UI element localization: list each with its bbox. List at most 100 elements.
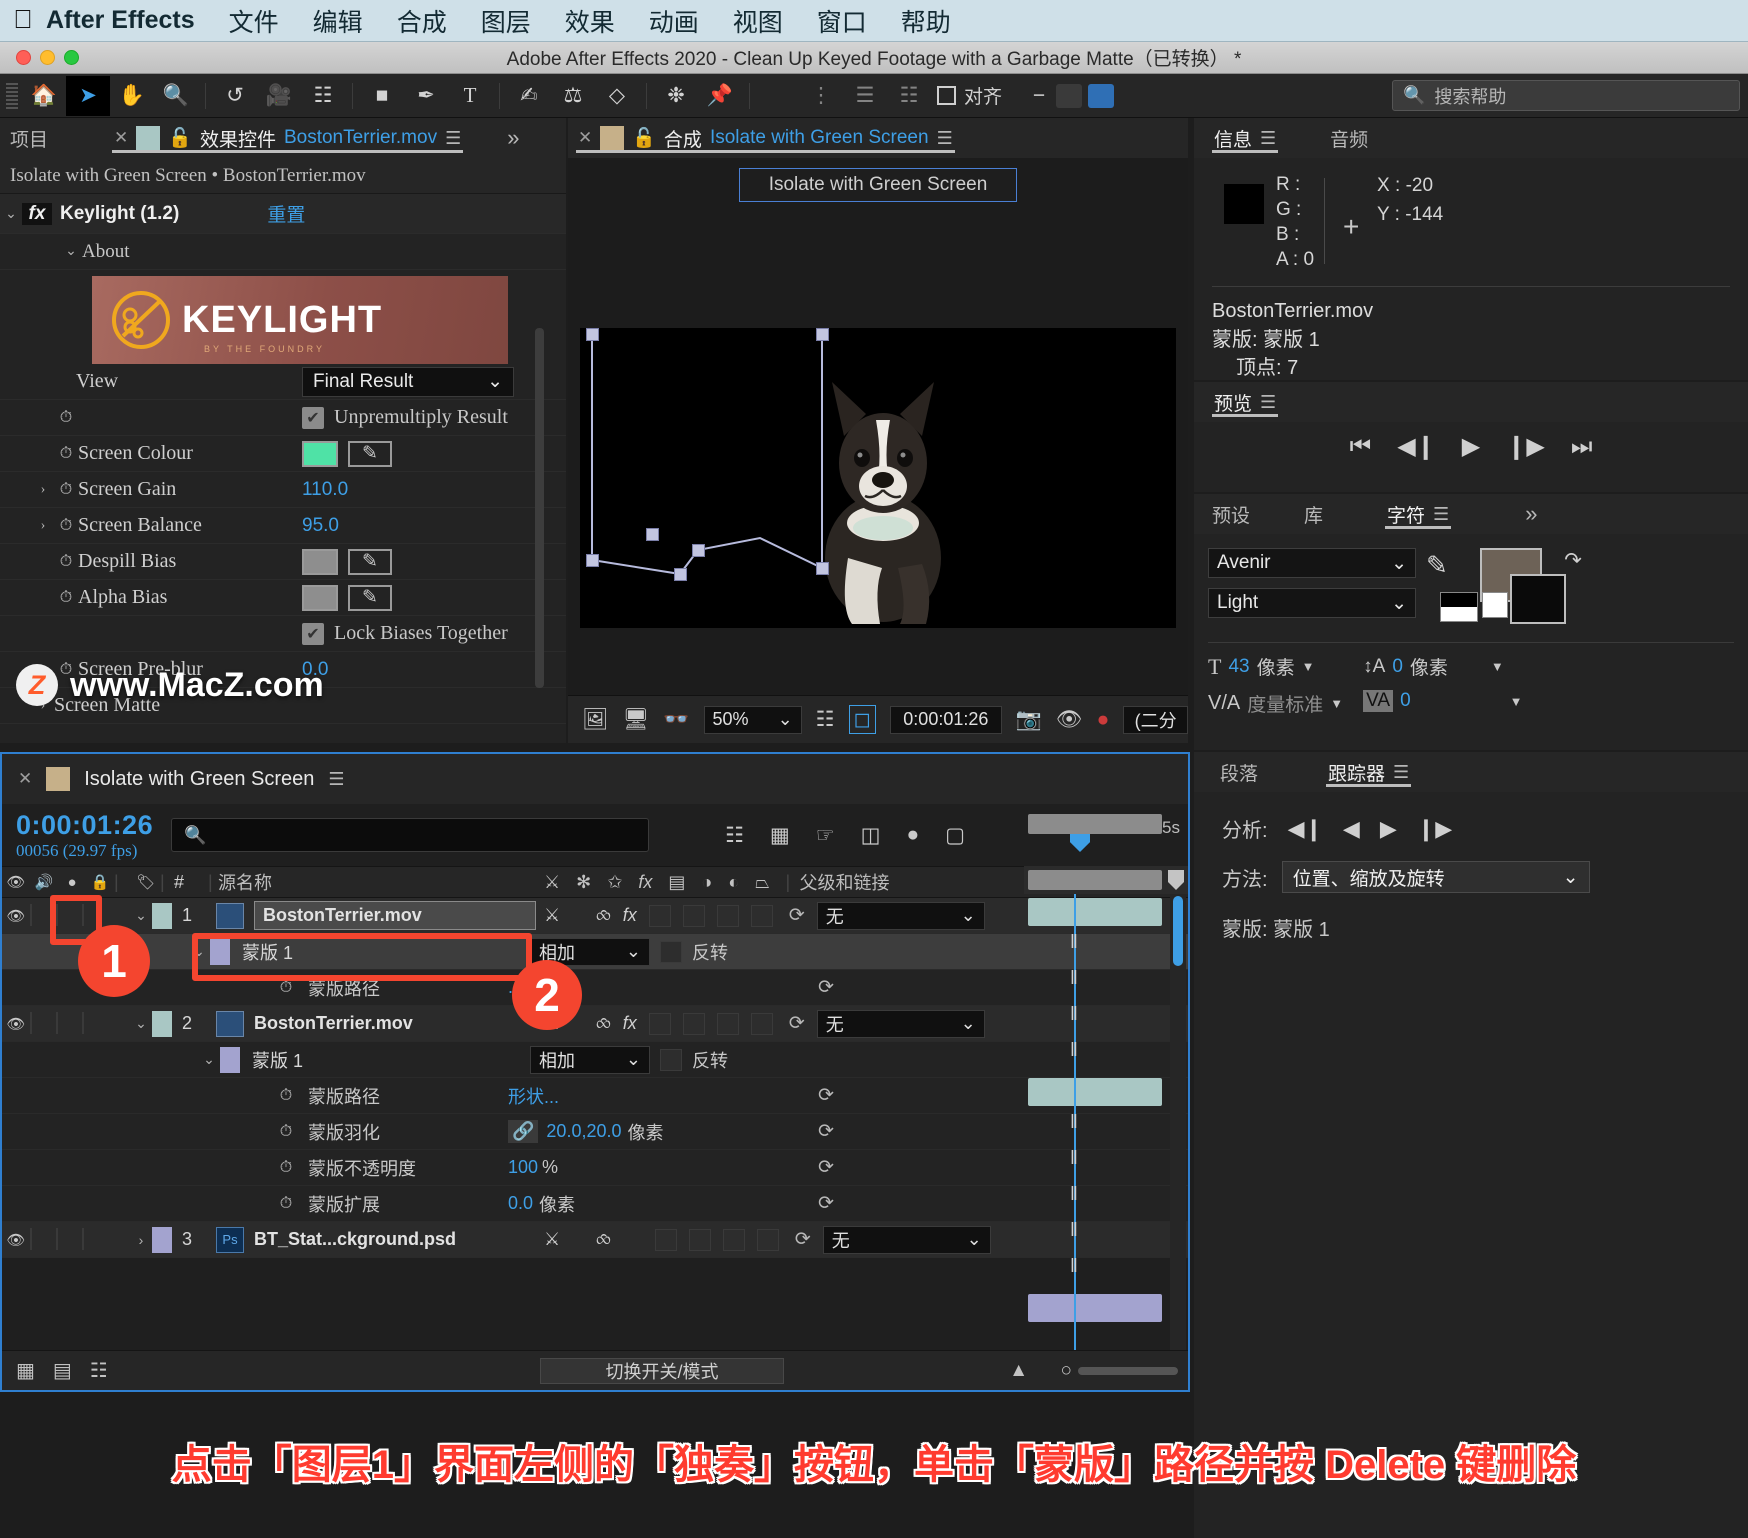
menu-item-view[interactable]: 视图 [733,3,783,39]
tab-composition[interactable]: ✕ 🔓 合成 Isolate with Green Screen ☰ [568,118,963,158]
color-channels-icon[interactable]: ● [1097,708,1110,732]
graph-editor-icon[interactable]: ▢ [945,823,965,848]
selection-tool-icon[interactable]: ➤ [66,75,110,116]
panel-menu-icon[interactable]: ☰ [1260,392,1276,413]
snapshot-icon[interactable]: 📷 [1016,708,1042,732]
first-frame-button[interactable]: ⏮ [1350,433,1372,461]
resolution-select[interactable]: (二分 [1123,705,1188,734]
property-value[interactable]: 20.0,20.0 [546,1121,621,1142]
apple-menu-icon[interactable]:  [0,6,46,36]
switch-cell[interactable] [750,904,773,927]
timeline-search-input[interactable]: 🔍 [171,818,650,852]
mask-vertex-handle[interactable] [816,328,829,341]
grid-guides-icon[interactable]: ☷ [816,707,835,732]
eyedropper-icon-despill[interactable]: ✎ [348,548,392,575]
chevron-down-icon[interactable]: ▼ [1330,696,1343,711]
workspace-gear-icon[interactable] [1056,83,1083,108]
property-pickwhip-icon[interactable]: ⟳ [818,1192,834,1215]
switch-cell[interactable] [756,1228,779,1251]
row-lock-biases[interactable]: ✔ Lock Biases Together [0,616,566,652]
panel-menu-icon[interactable]: ☰ [1260,128,1276,149]
eyedropper-icon[interactable]: ✎ [348,440,392,467]
align-right-icon[interactable]: ☷ [887,76,931,116]
eraser-tool-icon[interactable]: ◇ [595,76,639,116]
roto-brush-tool-icon[interactable]: ❉ [654,76,698,116]
keyframe-indicator[interactable]: ‖ [1070,1220,1078,1242]
keyframe-indicator[interactable]: ‖ [1070,968,1078,990]
mask-vertex-handle[interactable] [646,528,659,541]
layer-source-name[interactable]: BostonTerrier.mov [254,1013,536,1034]
chevron-right-icon[interactable]: › [32,482,54,498]
layer-audio-toggle[interactable] [30,1012,32,1034]
effects-switch-icon[interactable]: fx [623,905,637,927]
menu-item-file[interactable]: 文件 [229,3,279,39]
workspace-chevron-icon[interactable]: − [1028,76,1050,116]
close-icon[interactable]: ✕ [114,128,128,148]
mask-mode-select[interactable]: 相加 ⌄ [530,1045,650,1074]
parent-pickwhip-icon[interactable]: ⟳ [795,1228,811,1251]
font-size-control[interactable]: T 43 像素 ▼ [1208,653,1343,680]
parent-pickwhip-icon[interactable]: ⟳ [789,904,805,927]
mask-color-swatch[interactable] [210,938,230,965]
switch-cell[interactable] [654,1228,677,1251]
previous-frame-button[interactable]: ◀❙ [1397,432,1436,461]
panel-menu-icon[interactable]: ☰ [1433,504,1449,525]
layer-label-color[interactable] [152,902,172,929]
property-pickwhip-icon[interactable]: ⟳ [818,976,834,999]
panel-expand-icon[interactable]: » [497,118,529,158]
motion-blur-icon[interactable]: ● [906,823,919,848]
align-snapping-group[interactable]: 对齐 [937,82,1002,109]
layer-lock-toggle[interactable] [82,904,84,926]
layer-duration-bar[interactable] [1028,1294,1162,1322]
layer-expand-chevron[interactable]: ⌄ [130,1015,152,1032]
layer-duration-bar[interactable] [1028,898,1162,926]
table-row[interactable]: ⌄ 蒙版 1 相加 ⌄ 反转 [2,934,1188,970]
pen-tool-icon[interactable]: ✒ [404,76,448,116]
switch-cell[interactable] [688,1228,711,1251]
tab-project[interactable]: 项目 [0,118,58,158]
about-row[interactable]: ⌄ About [0,234,566,270]
mask-name[interactable]: 蒙版 1 [252,1047,530,1073]
chevron-down-icon[interactable]: ▼ [1491,659,1504,674]
keyframe-indicator[interactable]: ‖ [1070,1184,1078,1206]
screen-balance-value[interactable]: 95.0 [302,515,339,537]
work-area-bar[interactable] [1028,814,1162,834]
analyze-back-1-button[interactable]: ◀❙ [1288,816,1323,842]
layer-solo-toggle[interactable] [56,1228,58,1250]
mask-vertex-handle[interactable] [586,328,599,341]
switch-cell[interactable] [648,904,671,927]
stopwatch-icon[interactable]: ⏱ [274,1195,298,1213]
mask-vertex-handle[interactable] [586,554,599,567]
toggle-switches-modes-button[interactable]: 切换开关/模式 [540,1357,784,1384]
quality-switch-icon[interactable]: ⧝ [596,905,611,927]
property-value[interactable]: 100 [508,1157,538,1178]
toggle-transfer-controls-icon[interactable]: ☷ [90,1358,108,1383]
hide-shy-layers-icon[interactable]: ☞ [816,823,835,848]
panel-menu-icon[interactable]: ☰ [937,128,953,149]
zoom-level-select[interactable]: 50% ⌄ [703,705,802,734]
type-tool-icon[interactable]: T [448,76,492,116]
quality-switch-icon[interactable]: ⧝ [596,1229,611,1251]
mask-invert-checkbox[interactable] [660,1048,682,1071]
keyframe-indicator[interactable]: ‖ [1070,1256,1078,1278]
main-view-icon[interactable]: 🖼 [582,708,609,732]
layer-source-name[interactable]: BostonTerrier.mov [254,901,536,930]
row-alpha-bias[interactable]: ⏱ Alpha Bias ✎ [0,580,566,616]
hand-tool-icon[interactable]: ✋ [110,76,154,116]
menu-item-window[interactable]: 窗口 [817,3,867,39]
analyze-forward-1-button[interactable]: ❙▶ [1417,816,1452,842]
layer-expand-chevron[interactable]: ⌄ [130,907,152,924]
rotation-tool-icon[interactable]: ↺ [213,76,257,116]
keyframe-indicator[interactable]: ‖ [1070,1148,1078,1170]
last-frame-button[interactable]: ⏭ [1571,433,1593,461]
stopwatch-icon[interactable]: ⏱ [274,1123,298,1141]
switch-cell[interactable] [722,1228,745,1251]
tracking-control[interactable]: VA 0 ▼ [1363,690,1523,712]
row-unpremultiply[interactable]: ⏱ ✔ Unpremultiply Result [0,400,566,436]
keyframe-indicator[interactable]: ‖ [1070,932,1078,954]
play-button[interactable]: ▶ [1462,432,1480,461]
timeline-timecode-group[interactable]: 0:00:01:26 00056 (29.97 fps) [16,810,153,861]
app-name-label[interactable]: After Effects [46,6,195,35]
composition-mini-flowchart-icon[interactable]: ☷ [725,823,744,848]
property-value[interactable]: 形状... [508,1083,559,1109]
